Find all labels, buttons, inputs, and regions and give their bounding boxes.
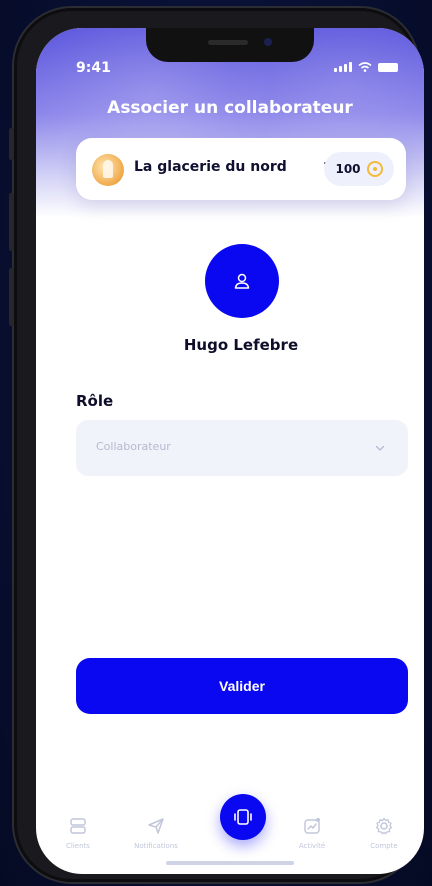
signal-icon: [334, 62, 352, 72]
user-name: Hugo Lefebre: [183, 336, 299, 354]
chevron-down-icon: [375, 445, 385, 451]
tab-notifications[interactable]: Notifications: [126, 816, 186, 850]
home-indicator: [166, 861, 294, 865]
gear-icon: [375, 817, 393, 835]
battery-icon: [378, 63, 398, 72]
tab-label: Clients: [66, 842, 90, 850]
tab-clients[interactable]: Clients: [48, 816, 108, 850]
phone-frame: 9:41 Associer un collaborateur La glacer…: [9, 8, 424, 882]
notch: [146, 28, 314, 62]
switch-icon: [234, 809, 252, 825]
status-icons: [334, 62, 398, 72]
role-label: Rôle: [76, 392, 114, 410]
speaker: [208, 40, 248, 45]
mute-switch: [9, 128, 14, 160]
store-selector[interactable]: La glacerie du nord 100: [76, 138, 406, 200]
clients-icon: [70, 818, 86, 834]
tab-activite[interactable]: Activité: [282, 816, 342, 850]
role-placeholder: Collaborateur: [96, 440, 171, 453]
front-camera: [264, 38, 272, 46]
user-icon: [234, 273, 250, 289]
store-avatar: [92, 154, 124, 186]
role-select[interactable]: Collaborateur: [76, 420, 408, 476]
credits-badge[interactable]: 100: [324, 152, 394, 186]
validate-button[interactable]: Valider: [76, 658, 408, 714]
switch-store-button[interactable]: [220, 794, 266, 840]
coin-icon: [366, 161, 383, 177]
volume-down-button: [9, 268, 14, 326]
send-icon: [148, 818, 164, 834]
volume-up-button: [9, 193, 14, 251]
activity-icon: [304, 818, 320, 834]
tab-compte[interactable]: Compte: [354, 816, 414, 850]
tab-label: Notifications: [134, 842, 178, 850]
tab-label: Compte: [370, 842, 398, 850]
credits-value: 100: [335, 162, 361, 176]
user-avatar[interactable]: [205, 244, 279, 318]
page-title: Associer un collaborateur: [107, 98, 353, 118]
tab-label: Activité: [298, 842, 326, 850]
app-screen: 9:41 Associer un collaborateur La glacer…: [36, 28, 424, 874]
wifi-icon: [358, 62, 372, 72]
store-name: La glacerie du nord: [134, 159, 287, 175]
status-time: 9:41: [76, 60, 111, 76]
